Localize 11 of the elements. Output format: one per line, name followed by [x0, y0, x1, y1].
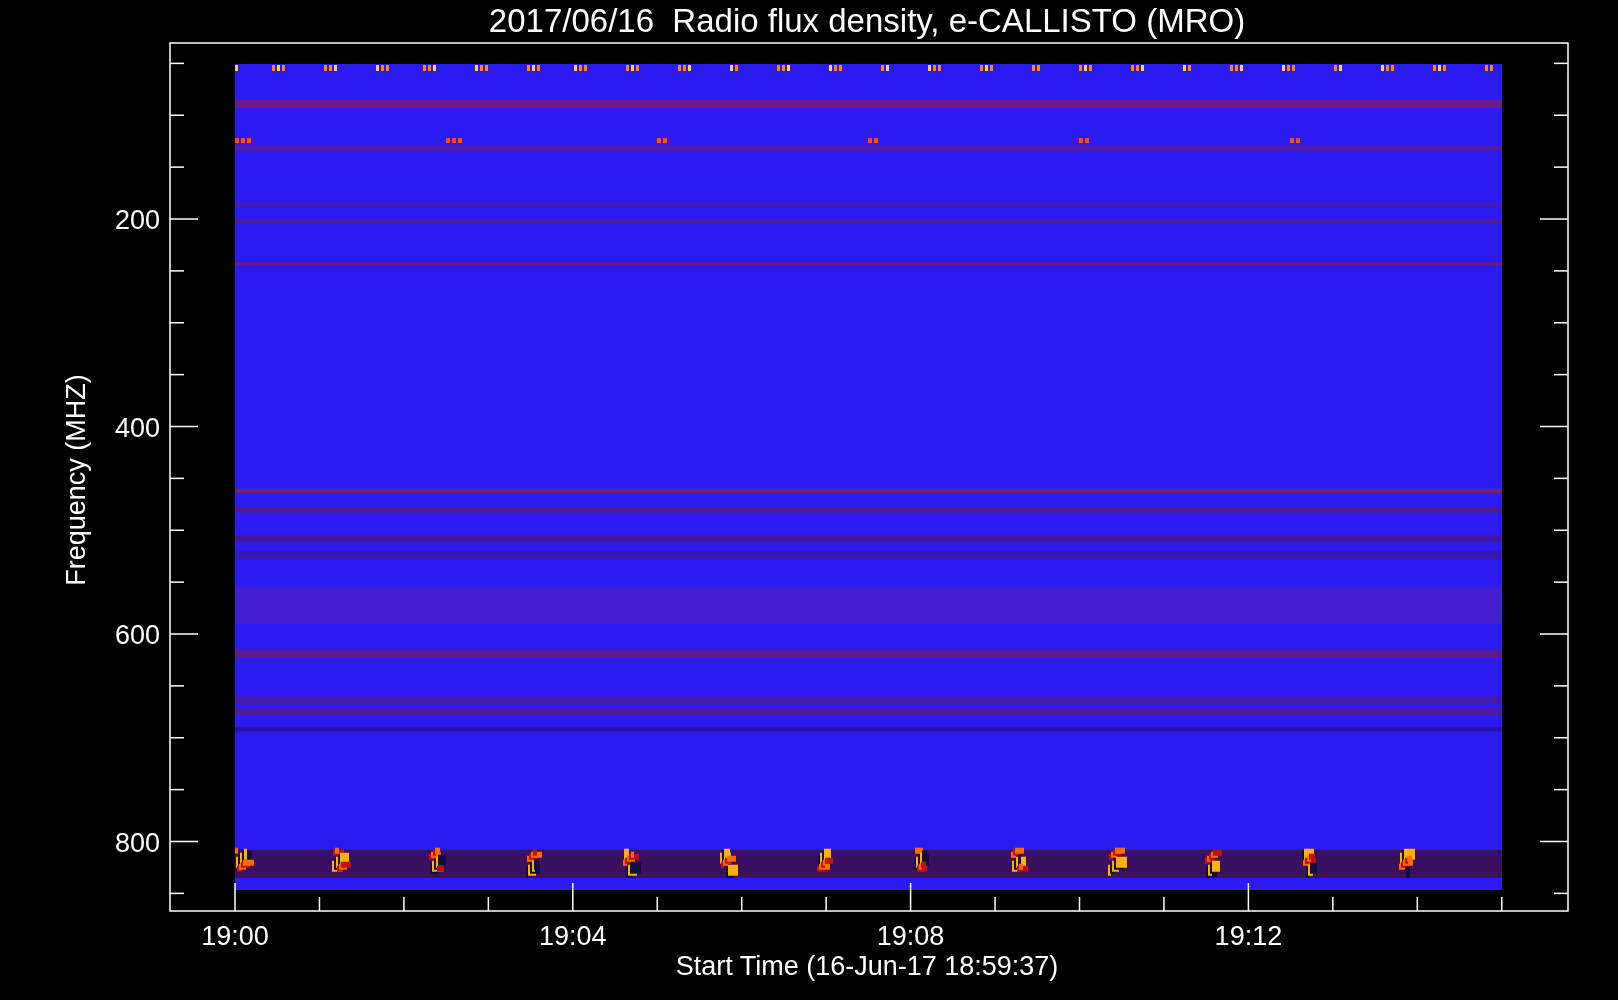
tick-label: 800: [114, 827, 160, 858]
tick-label: 400: [114, 412, 160, 443]
tick-label: 19:12: [1214, 921, 1283, 951]
tick-label: 19:08: [876, 921, 945, 951]
tick-label: 19:04: [539, 921, 607, 951]
tick-label: 200: [114, 205, 160, 235]
axis-title: Start Time (16-Jun-17 18:59:37): [675, 951, 1059, 981]
tick-label: 19:00: [201, 921, 269, 951]
axis-title: Frequency (MHZ): [61, 374, 91, 586]
tick-label: 600: [114, 620, 160, 650]
chart-title: 2017/06/16 Radio flux density, e-CALLISTO (MRO): [488, 2, 1246, 39]
